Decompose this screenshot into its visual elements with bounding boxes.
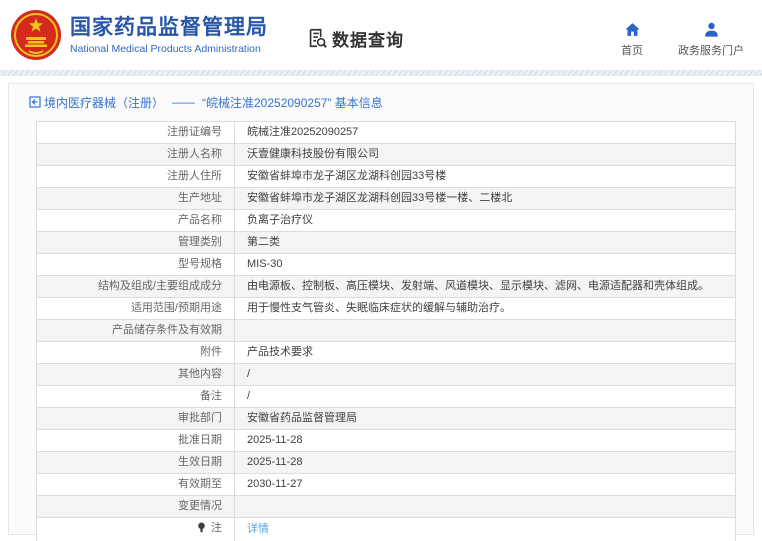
field-value: 详情 [235,518,736,541]
brand[interactable]: 国家药品监督管理局 National Medical Products Admi… [10,9,268,61]
field-label: 生产地址 [178,192,222,204]
home-icon [624,21,641,38]
field-label: 其他内容 [178,368,222,380]
field-label: 型号规格 [178,258,222,270]
field-label: 注册证编号 [167,126,222,138]
note-bulb-icon [197,522,206,537]
nav-home[interactable]: 首页 [612,21,652,58]
field-value: / [235,386,736,408]
field-value: 用于慢性支气管炎、失眠临床症状的缓解与辅助治疗。 [235,298,736,320]
field-value: 安徽省蚌埠市龙子湖区龙湖科创园33号楼一楼、二楼北 [235,188,736,210]
field-value: MIS-30 [235,254,736,276]
field-value: 由电源板、控制板、高压模块、发射端、风道模块、显示模块、滤网、电源适配器和壳体组… [235,276,736,298]
user-icon [703,21,720,38]
nav-portal-label: 政务服务门户 [678,42,744,58]
table-row: 产品名称 负离子治疗仪 [37,210,736,232]
field-value: 2030-11-27 [235,474,736,496]
field-value: 皖械注准20252090257 [235,122,736,144]
breadcrumb-detail-title: “皖械注准20252090257” 基本信息 [202,94,383,111]
table-row: 管理类别 第二类 [37,232,736,254]
field-label: 附件 [200,346,222,358]
field-label: 生效日期 [178,456,222,468]
table-row: 生产地址 安徽省蚌埠市龙子湖区龙湖科创园33号楼一楼、二楼北 [37,188,736,210]
field-value: 产品技术要求 [235,342,736,364]
breadcrumb-separator: —— [172,95,194,109]
hatched-divider [0,70,762,76]
org-subtitle: National Medical Products Administration [70,42,268,56]
nav-portal[interactable]: 政务服务门户 [678,21,744,58]
field-label: 适用范围/预期用途 [131,302,222,314]
table-row: 变更情况 [37,496,736,518]
field-label: 产品储存条件及有效期 [112,324,222,336]
field-value: 2025-11-28 [235,430,736,452]
field-label: 审批部门 [178,412,222,424]
content-container: 境内医疗器械（注册） —— “皖械注准20252090257” 基本信息 注册证… [8,83,754,535]
table-row: 注册人住所 安徽省蚌埠市龙子湖区龙湖科创园33号楼 [37,166,736,188]
table-row: 备注 / [37,386,736,408]
field-value [235,320,736,342]
table-row: 注 详情 [37,518,736,541]
table-row: 附件 产品技术要求 [37,342,736,364]
table-row: 结构及组成/主要组成成分 由电源板、控制板、高压模块、发射端、风道模块、显示模块… [37,276,736,298]
nav-home-label: 首页 [621,42,643,58]
field-label: 有效期至 [178,478,222,490]
field-label: 结构及组成/主要组成成分 [98,280,222,292]
field-label: 产品名称 [178,214,222,226]
field-value: 第二类 [235,232,736,254]
field-value: / [235,364,736,386]
field-label: 备注 [200,390,222,402]
national-emblem-icon [10,9,62,61]
field-label: 批准日期 [178,434,222,446]
field-value: 2025-11-28 [235,452,736,474]
document-search-icon [306,27,328,49]
breadcrumb: 境内医疗器械（注册） —— “皖械注准20252090257” 基本信息 [29,94,753,110]
table-row: 审批部门 安徽省药品监督管理局 [37,408,736,430]
table-row: 其他内容 / [37,364,736,386]
table-row: 注册人名称 沃壹健康科技股份有限公司 [37,144,736,166]
field-label: 注册人住所 [167,170,222,182]
field-value: 负离子治疗仪 [235,210,736,232]
detail-link[interactable]: 详情 [247,523,269,535]
header-nav: 首页 政务服务门户 [612,21,744,58]
table-row: 适用范围/预期用途 用于慢性支气管炎、失眠临床症状的缓解与辅助治疗。 [37,298,736,320]
table-row: 批准日期 2025-11-28 [37,430,736,452]
back-document-icon [29,96,41,108]
field-label: 注 [211,522,222,534]
table-row: 注册证编号 皖械注准20252090257 [37,122,736,144]
field-value: 安徽省药品监督管理局 [235,408,736,430]
table-row: 型号规格 MIS-30 [37,254,736,276]
section-title: 数据查询 [332,26,404,51]
field-value [235,496,736,518]
field-label: 注册人名称 [167,148,222,160]
header: 国家药品监督管理局 National Medical Products Admi… [0,0,762,70]
table-row: 生效日期 2025-11-28 [37,452,736,474]
breadcrumb-category[interactable]: 境内医疗器械（注册） [44,94,164,111]
field-label: 变更情况 [178,500,222,512]
field-value: 沃壹健康科技股份有限公司 [235,144,736,166]
table-row: 产品储存条件及有效期 [37,320,736,342]
brand-text: 国家药品监督管理局 National Medical Products Admi… [70,15,268,56]
field-label: 管理类别 [178,236,222,248]
table-row: 有效期至 2030-11-27 [37,474,736,496]
registration-info-table: 注册证编号 皖械注准20252090257 注册人名称 沃壹健康科技股份有限公司… [36,121,736,541]
data-query-section: 数据查询 [306,26,404,51]
field-value: 安徽省蚌埠市龙子湖区龙湖科创园33号楼 [235,166,736,188]
info-table-body: 注册证编号 皖械注准20252090257 注册人名称 沃壹健康科技股份有限公司… [37,122,736,541]
org-title: 国家药品监督管理局 [70,15,268,40]
